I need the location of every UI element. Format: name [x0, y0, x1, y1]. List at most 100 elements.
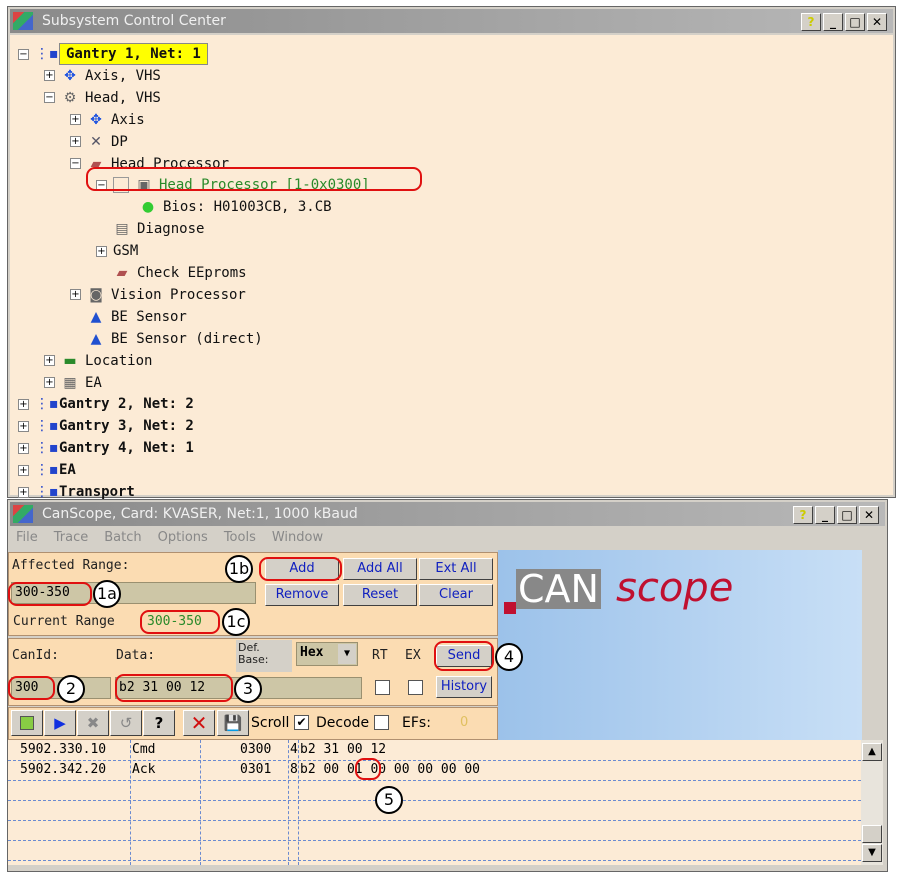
expand-icon[interactable]: + — [44, 70, 55, 82]
diagnose-icon: ▤ — [115, 221, 129, 238]
expand-icon[interactable]: + — [18, 464, 29, 476]
maximize-button[interactable]: □ — [837, 506, 857, 524]
scroll-thumb[interactable] — [862, 825, 882, 843]
ex-checkbox[interactable] — [408, 680, 423, 695]
expand-icon[interactable]: + — [44, 377, 55, 388]
window-title: CanScope, Card: KVASER, Net:1, 1000 kBau… — [42, 506, 358, 522]
help-button[interactable]: ? — [793, 506, 813, 524]
expand-icon[interactable]: + — [70, 289, 81, 301]
start-icon[interactable] — [11, 710, 43, 736]
menu-options[interactable]: Options — [158, 527, 208, 549]
scroll-down-icon[interactable]: ▼ — [862, 844, 882, 862]
decode-checkbox[interactable] — [374, 715, 389, 730]
expand-icon[interactable]: + — [96, 245, 107, 257]
collapse-icon[interactable]: − — [70, 158, 81, 169]
tree-item-label: Location — [85, 352, 153, 369]
menu-batch[interactable]: Batch — [104, 527, 141, 549]
expand-icon[interactable]: + — [18, 486, 29, 498]
tree-item[interactable]: + ▦ EA — [44, 373, 102, 393]
tree-item[interactable]: + ▬ Location — [44, 351, 152, 371]
axis-icon: ✥ — [64, 67, 76, 84]
network-icon: ⋮▪ — [35, 46, 59, 62]
collapse-icon[interactable]: − — [44, 92, 55, 104]
chevron-down-icon[interactable]: ▼ — [338, 644, 356, 664]
expand-icon[interactable]: + — [18, 442, 29, 454]
scroll-up-icon[interactable]: ▲ — [862, 743, 882, 761]
tree-item-label: Head, VHS — [85, 89, 161, 106]
maximize-button[interactable]: □ — [845, 13, 865, 31]
tree-item[interactable]: − ⚙ Head, VHS — [44, 88, 161, 108]
callout-3: 3 — [234, 675, 262, 703]
remove-button[interactable]: Remove — [265, 584, 339, 606]
annotation-add — [259, 557, 342, 581]
ext-all-button[interactable]: Ext All — [419, 558, 493, 580]
collapse-icon[interactable]: − — [18, 48, 29, 60]
close-button[interactable]: ✕ — [859, 506, 879, 524]
def-base-select[interactable]: Hex ▼ — [296, 642, 358, 666]
subsystem-tree[interactable]: − ⋮▪ Gantry 1, Net: 1 + ✥ Axis, VHS − ⚙ Head, VH… — [10, 35, 893, 500]
tree-item-label: Gantry 1, Net: 1 — [59, 43, 208, 65]
tree-item[interactable]: + ⋮▪ Gantry 4, Net: 1 — [18, 438, 194, 458]
log-data: b2 00 01 00 00 00 00 00 — [300, 762, 481, 777]
reset-button[interactable]: Reset — [343, 584, 417, 606]
help-button[interactable]: ? — [801, 13, 821, 31]
play-icon[interactable]: ▶ — [44, 710, 76, 736]
tree-item-label: EA — [59, 462, 76, 479]
clear-button[interactable]: Clear — [419, 584, 493, 606]
title-bar[interactable]: Subsystem Control Center ? _ □ ✕ — [10, 9, 893, 33]
tree-item[interactable]: ▲ BE Sensor (direct) — [70, 329, 263, 349]
tree-item[interactable]: + ◙ Vision Processor — [70, 285, 246, 305]
menu-file[interactable]: File — [16, 527, 38, 549]
logo-can: CAN — [516, 567, 601, 611]
delete-icon[interactable]: ✕ — [183, 710, 215, 736]
minimize-button[interactable]: _ — [815, 506, 835, 524]
tree-item[interactable]: + GSM — [96, 241, 138, 261]
scroll-checkbox[interactable]: ✔ — [294, 715, 309, 730]
close-button[interactable]: ✕ — [867, 13, 887, 31]
def-base-label: Def. Base: — [236, 640, 292, 672]
tree-item[interactable]: ● Bios: H01003CB, 3.CB — [122, 197, 332, 217]
expand-icon[interactable]: + — [44, 355, 55, 367]
save-icon[interactable]: 💾 — [217, 710, 249, 736]
stop-icon[interactable]: ✖ — [77, 710, 109, 736]
message-log[interactable]: 5902.330.10 Cmd 0300 4 b2 31 00 12 5902.342.2… — [8, 740, 861, 865]
rt-checkbox[interactable] — [375, 680, 390, 695]
tree-item[interactable]: + ⋮▪ Gantry 2, Net: 2 — [18, 394, 194, 414]
tree-item[interactable]: ▲ BE Sensor — [70, 307, 187, 327]
tree-item[interactable]: − ⋮▪ Gantry 1, Net: 1 — [18, 43, 208, 65]
expand-icon[interactable]: + — [70, 136, 81, 148]
tree-item[interactable]: + ⋮▪ Gantry 3, Net: 2 — [18, 416, 194, 436]
location-icon: ▬ — [63, 352, 77, 369]
window-title: Subsystem Control Center — [42, 13, 226, 29]
annotation-head-processor — [86, 167, 422, 191]
expand-icon[interactable]: + — [18, 398, 29, 410]
add-all-button[interactable]: Add All — [343, 558, 417, 580]
title-bar[interactable]: CanScope, Card: KVASER, Net:1, 1000 kBau… — [10, 502, 885, 526]
tree-item[interactable]: + ⋮▪ EA — [18, 460, 76, 480]
current-range-label: Current Range — [13, 614, 115, 629]
log-scrollbar[interactable]: ▲ ▼ — [861, 740, 883, 865]
tree-item-label: Gantry 2, Net: 2 — [59, 396, 194, 413]
expand-icon[interactable]: + — [18, 420, 29, 432]
menu-window[interactable]: Window — [272, 527, 323, 549]
network-icon: ⋮▪ — [35, 462, 59, 479]
tree-item[interactable]: + ✥ Axis — [70, 110, 145, 130]
def-base-value: Hex — [300, 645, 324, 660]
history-button[interactable]: History — [436, 676, 492, 698]
tree-item[interactable]: + ✕ DP — [70, 132, 128, 152]
menu-trace[interactable]: Trace — [54, 527, 89, 549]
menu-tools[interactable]: Tools — [224, 527, 256, 549]
network-icon: ⋮▪ — [35, 418, 59, 435]
tree-item[interactable]: ▰ Check EEproms — [96, 263, 247, 283]
tree-item[interactable]: ▤ Diagnose — [96, 219, 204, 239]
expand-icon[interactable]: + — [70, 114, 81, 126]
minimize-button[interactable]: _ — [823, 13, 843, 31]
tree-item-label: Axis, VHS — [85, 67, 161, 84]
chip-icon: ▰ — [116, 265, 128, 281]
tree-item[interactable]: + ✥ Axis, VHS — [44, 66, 161, 86]
subsystem-control-center-window: Subsystem Control Center ? _ □ ✕ − ⋮▪ Gantry … — [7, 6, 896, 500]
tree-item-label: BE Sensor — [111, 308, 187, 325]
dp-icon: ✕ — [90, 133, 102, 150]
help-icon[interactable]: ? — [143, 710, 175, 736]
undo-icon[interactable]: ↺ — [110, 710, 142, 736]
